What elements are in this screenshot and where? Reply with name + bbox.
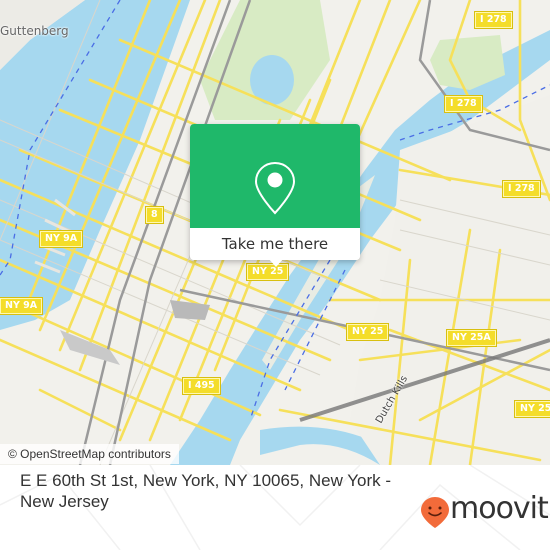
road-shield-i278: I 278 bbox=[503, 181, 540, 197]
road-shield-ny25: NY 25 bbox=[515, 401, 550, 417]
map-attribution[interactable]: © OpenStreetMap contributors bbox=[0, 444, 179, 464]
road-shield-8: 8 bbox=[146, 207, 163, 223]
take-me-there-button[interactable]: Take me there bbox=[190, 228, 360, 260]
road-shield-ny9a: NY 9A bbox=[40, 231, 83, 247]
road-shield-i278: I 278 bbox=[475, 12, 512, 28]
map-view[interactable]: Guttenberg I 278 I 278 I 278 8 NY 9A NY … bbox=[0, 0, 550, 465]
popup-header bbox=[190, 124, 360, 228]
place-label-guttenberg: Guttenberg bbox=[0, 24, 69, 38]
moovit-logo[interactable]: moovit bbox=[420, 491, 550, 528]
road-shield-ny9a: NY 9A bbox=[0, 298, 43, 314]
map-pin-icon bbox=[254, 161, 296, 215]
road-shield-i278: I 278 bbox=[445, 96, 482, 112]
road-shield-i495: I 495 bbox=[183, 378, 220, 394]
popup-pointer bbox=[268, 258, 284, 267]
address-text: E E 60th St 1st, New York, NY 10065, New… bbox=[20, 471, 392, 511]
moovit-wordmark: moovit bbox=[450, 491, 549, 526]
road-shield-ny25a: NY 25A bbox=[447, 330, 496, 346]
location-popup: Take me there bbox=[190, 124, 360, 267]
moovit-smile-pin-icon bbox=[421, 497, 449, 528]
road-shield-ny25: NY 25 bbox=[347, 324, 389, 340]
